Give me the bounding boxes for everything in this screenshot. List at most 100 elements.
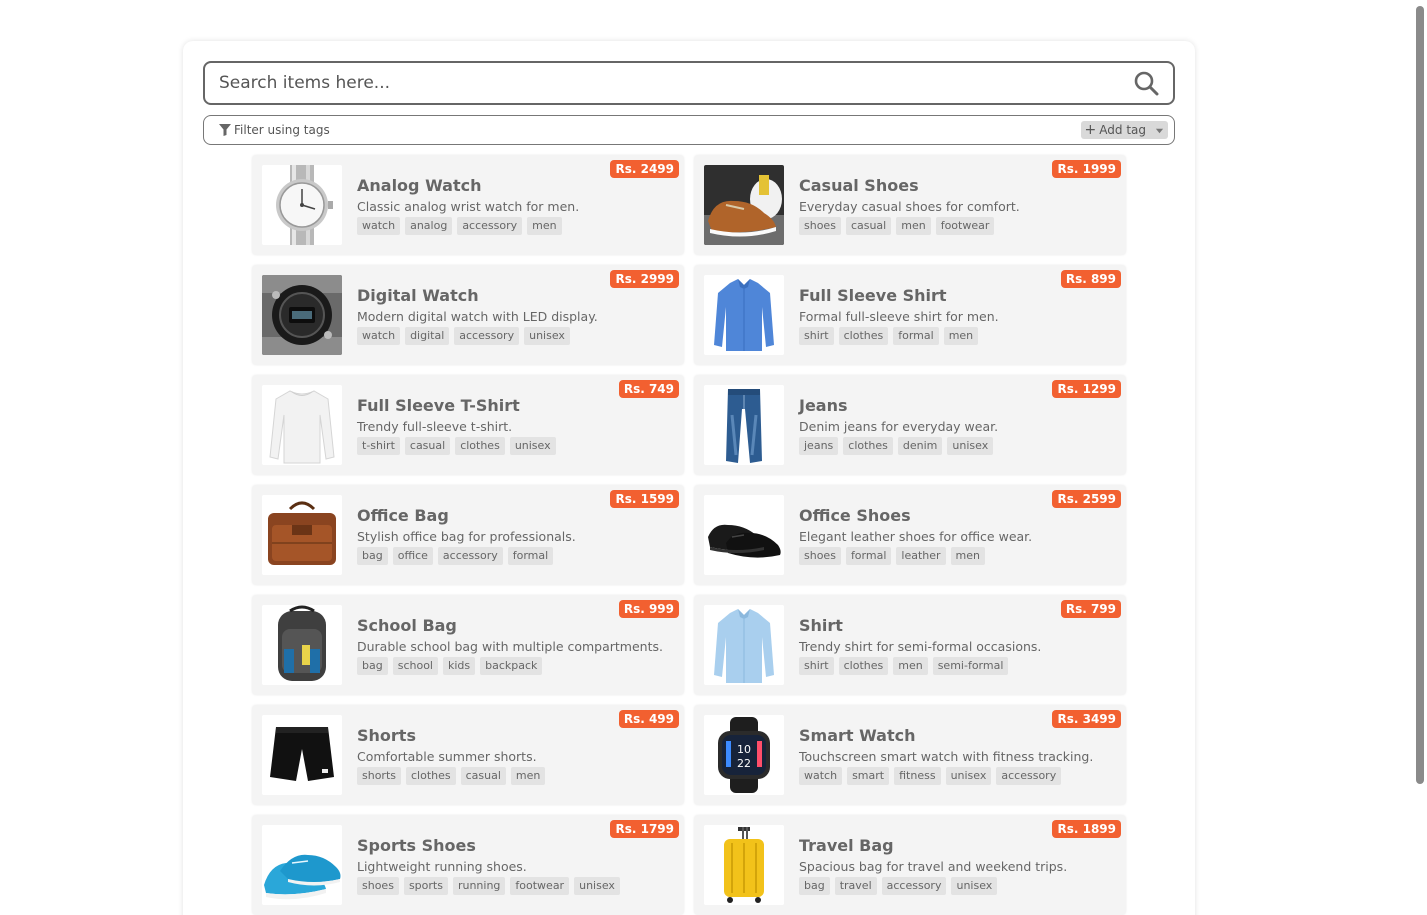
product-tags: bag travel accessory unisex [799, 877, 998, 895]
tag-chip[interactable]: smart [847, 767, 890, 785]
product-card-digital-watch[interactable]: Rs. 2999 Digital Watch Modern digital watc… [252, 265, 684, 365]
product-card-school-bag[interactable]: Rs. 999 School Bag Durable school bag with… [252, 595, 684, 695]
price-badge: Rs. 999 [618, 600, 679, 618]
tag-chip[interactable]: men [896, 217, 931, 235]
tag-chip[interactable]: school [392, 657, 438, 675]
product-card-office-shoes[interactable]: Rs. 2599 Office Shoes Elegant leather shoe… [694, 485, 1126, 585]
add-tag-dropdown[interactable]: + Add tag [1080, 121, 1168, 139]
product-description: Elegant leather shoes for office wear. [799, 529, 1033, 544]
tag-chip[interactable]: unisex [524, 327, 570, 345]
product-tags: bag school kids backpack [357, 657, 543, 675]
tag-chip[interactable]: clothes [838, 327, 889, 345]
tag-chip[interactable]: bag [357, 657, 388, 675]
scrollbar[interactable] [1414, 0, 1427, 915]
product-tags: t-shirt casual clothes unisex [357, 437, 556, 455]
tag-chip[interactable]: analog [405, 217, 453, 235]
tag-chip[interactable]: travel [834, 877, 877, 895]
tag-chip[interactable]: formal [845, 547, 892, 565]
product-card-travel-bag[interactable]: Rs. 1899 Travel Bag Spacious bag for trave… [694, 815, 1126, 915]
product-image-travel-bag [704, 825, 784, 905]
tag-chip[interactable]: clothes [406, 767, 456, 785]
tag-chip[interactable]: leather [896, 547, 946, 565]
tag-chip[interactable]: men [527, 217, 562, 235]
product-title: Shirt [799, 616, 843, 635]
tag-chip[interactable]: kids [443, 657, 476, 675]
tag-chip[interactable]: men [950, 547, 985, 565]
product-tags: shoes casual men footwear [799, 217, 995, 235]
tag-chip[interactable]: clothes [455, 437, 505, 455]
product-card-full-sleeve-t-shirt[interactable]: Rs. 749 Full Sleeve T-Shirt Trendy full-sl… [252, 375, 684, 475]
product-card-casual-shoes[interactable]: Rs. 1999 Casual Shoes Everyday casual shoe… [694, 155, 1126, 255]
scrollbar-thumb[interactable] [1416, 6, 1424, 784]
product-card-shorts[interactable]: Rs. 499 Shorts Comfortable summer shorts. s… [252, 705, 684, 805]
tag-chip[interactable]: footwear [510, 877, 570, 895]
tag-chip[interactable]: sports [403, 877, 448, 895]
tag-chip[interactable]: accessory [437, 547, 503, 565]
tag-chip[interactable]: unisex [947, 437, 994, 455]
tag-chip[interactable]: watch [357, 327, 401, 345]
tag-chip[interactable]: fitness [894, 767, 941, 785]
tag-chip[interactable]: unisex [509, 437, 556, 455]
tag-chip[interactable]: men [893, 657, 928, 675]
tag-chip[interactable]: clothes [843, 437, 893, 455]
tag-chip[interactable]: t-shirt [357, 437, 400, 455]
tag-chip[interactable]: watch [357, 217, 401, 235]
product-description: Denim jeans for everyday wear. [799, 419, 999, 434]
search-box[interactable] [203, 61, 1175, 105]
tag-chip[interactable]: running [452, 877, 506, 895]
product-tags: shoes sports running footwear unisex [357, 877, 620, 895]
tag-chip[interactable]: men [510, 767, 546, 785]
tag-chip[interactable]: unisex [945, 767, 992, 785]
tag-chip[interactable]: shirt [799, 657, 834, 675]
tag-chip[interactable]: casual [404, 437, 451, 455]
tag-chip[interactable]: backpack [480, 657, 543, 675]
product-description: Classic analog wrist watch for men. [357, 199, 580, 214]
tag-chip[interactable]: shoes [357, 877, 399, 895]
tag-chip[interactable]: accessory [457, 217, 523, 235]
tag-chip[interactable]: unisex [574, 877, 620, 895]
tag-chip[interactable]: casual [460, 767, 506, 785]
tag-chip[interactable]: shorts [357, 767, 401, 785]
tag-chip[interactable]: men [943, 327, 979, 345]
tag-chip[interactable]: shoes [799, 217, 841, 235]
add-tag-label: Add tag [1099, 123, 1146, 137]
tag-chip[interactable]: digital [405, 327, 450, 345]
tag-chip[interactable]: watch [799, 767, 843, 785]
product-title: Full Sleeve Shirt [799, 286, 947, 305]
product-image-office-bag [262, 495, 342, 575]
tag-chip[interactable]: bag [357, 547, 388, 565]
tag-chip[interactable]: accessory [996, 767, 1062, 785]
filter-label: Filter using tags [234, 123, 330, 137]
product-card-analog-watch[interactable]: Rs. 2499 Analog Watch Classic analog wrist… [252, 155, 684, 255]
tag-chip[interactable]: jeans [799, 437, 839, 455]
tag-chip[interactable]: formal [893, 327, 939, 345]
search-input[interactable] [219, 73, 1133, 93]
tag-filter-bar[interactable]: Filter using tags + Add tag [203, 115, 1175, 145]
product-card-shirt[interactable]: Rs. 799 Shirt Trendy shirt for semi-formal… [694, 595, 1126, 695]
tag-chip[interactable]: accessory [881, 877, 947, 895]
tag-chip[interactable]: accessory [454, 327, 520, 345]
product-title: Sports Shoes [357, 836, 476, 855]
product-tags: shoes formal leather men [799, 547, 985, 565]
product-card-office-bag[interactable]: Rs. 1599 Office Bag Stylish office bag for… [252, 485, 684, 585]
product-tags: shorts clothes casual men [357, 767, 546, 785]
product-card-sports-shoes[interactable]: Rs. 1799 Sports Shoes Lightweight running … [252, 815, 684, 915]
tag-chip[interactable]: semi-formal [932, 657, 1009, 675]
product-description: Modern digital watch with LED display. [357, 309, 598, 324]
tag-chip[interactable]: office [392, 547, 433, 565]
tag-chip[interactable]: clothes [838, 657, 889, 675]
product-title: Full Sleeve T-Shirt [357, 396, 520, 415]
product-card-jeans[interactable]: Rs. 1299 Jeans Denim jeans for everyday we… [694, 375, 1126, 475]
tag-chip[interactable]: shirt [799, 327, 834, 345]
tag-chip[interactable]: unisex [951, 877, 998, 895]
svg-text:22: 22 [737, 757, 751, 770]
tag-chip[interactable]: shoes [799, 547, 841, 565]
search-icon[interactable] [1133, 70, 1159, 96]
product-card-smart-watch[interactable]: 10 22 Rs. 3499 Smart Watch Touchscreen smart… [694, 705, 1126, 805]
tag-chip[interactable]: casual [845, 217, 892, 235]
tag-chip[interactable]: footwear [935, 217, 995, 235]
product-card-full-sleeve-shirt[interactable]: Rs. 899 Full Sleeve Shirt Formal full-slee… [694, 265, 1126, 365]
tag-chip[interactable]: bag [799, 877, 830, 895]
tag-chip[interactable]: formal [507, 547, 554, 565]
tag-chip[interactable]: denim [897, 437, 943, 455]
